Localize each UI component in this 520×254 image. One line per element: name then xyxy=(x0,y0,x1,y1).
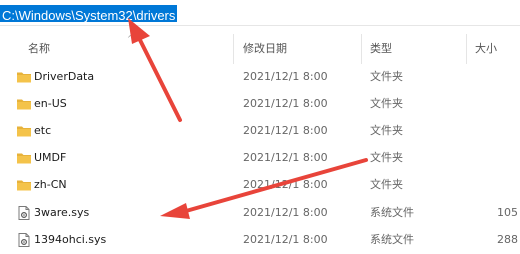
file-row-1394ohci-sys[interactable]: 1394ohci.sys 2021/12/1 8:00 系统文件 288 I xyxy=(0,227,520,253)
file-name: UMDF xyxy=(34,151,67,164)
folder-icon xyxy=(17,72,31,83)
folder-icon xyxy=(17,126,31,137)
address-bar[interactable]: C:\Windows\System32\drivers xyxy=(0,0,520,26)
folder-icon xyxy=(17,180,31,191)
file-modified: 2021/12/1 8:00 xyxy=(243,151,328,164)
file-row-3ware-sys[interactable]: 3ware.sys 2021/12/1 8:00 系统文件 105 I xyxy=(0,200,520,226)
file-modified: 2021/12/1 8:00 xyxy=(243,97,328,110)
file-name: DriverData xyxy=(34,70,95,83)
file-type: 系统文件 xyxy=(370,206,414,219)
file-name: 3ware.sys xyxy=(34,206,90,219)
system-file-icon xyxy=(18,206,30,220)
column-divider[interactable] xyxy=(361,34,362,64)
file-modified: 2021/12/1 8:00 xyxy=(243,178,328,191)
file-size: 105 I xyxy=(497,206,520,219)
file-size: 288 I xyxy=(497,233,520,246)
file-name: 1394ohci.sys xyxy=(34,233,107,246)
column-divider[interactable] xyxy=(233,34,234,64)
file-modified: 2021/12/1 8:00 xyxy=(243,233,328,246)
column-header-modified[interactable]: 修改日期 xyxy=(243,41,287,57)
file-name: zh-CN xyxy=(34,178,67,191)
sort-caret-icon: ^ xyxy=(127,34,134,43)
file-row-en-us[interactable]: en-US 2021/12/1 8:00 文件夹 xyxy=(0,91,520,117)
file-type: 文件夹 xyxy=(370,97,403,110)
column-header-row: ^ 名称 修改日期 类型 大小 xyxy=(0,34,520,64)
file-type: 文件夹 xyxy=(370,124,403,137)
address-path-text: C:\Windows\System32\drivers xyxy=(2,8,176,23)
address-path-selection[interactable]: C:\Windows\System32\drivers xyxy=(0,5,178,23)
folder-icon xyxy=(17,153,31,164)
file-row-driverdata[interactable]: DriverData 2021/12/1 8:00 文件夹 xyxy=(0,64,520,90)
system-file-icon xyxy=(18,233,30,247)
file-row-zh-cn[interactable]: zh-CN 2021/12/1 8:00 文件夹 xyxy=(0,172,520,198)
file-name: etc xyxy=(34,124,52,137)
file-type: 文件夹 xyxy=(370,178,403,191)
file-type: 文件夹 xyxy=(370,70,403,83)
file-row-etc[interactable]: etc 2021/12/1 8:00 文件夹 xyxy=(0,118,520,144)
file-type: 系统文件 xyxy=(370,233,414,246)
column-header-name[interactable]: 名称 xyxy=(28,41,50,57)
file-row-umdf[interactable]: UMDF 2021/12/1 8:00 文件夹 xyxy=(0,145,520,171)
file-type: 文件夹 xyxy=(370,151,403,164)
column-header-size[interactable]: 大小 xyxy=(475,41,497,57)
file-modified: 2021/12/1 8:00 xyxy=(243,206,328,219)
column-divider[interactable] xyxy=(466,34,467,64)
file-modified: 2021/12/1 8:00 xyxy=(243,124,328,137)
file-modified: 2021/12/1 8:00 xyxy=(243,70,328,83)
column-header-type[interactable]: 类型 xyxy=(370,41,392,57)
file-name: en-US xyxy=(34,97,67,110)
folder-icon xyxy=(17,99,31,110)
